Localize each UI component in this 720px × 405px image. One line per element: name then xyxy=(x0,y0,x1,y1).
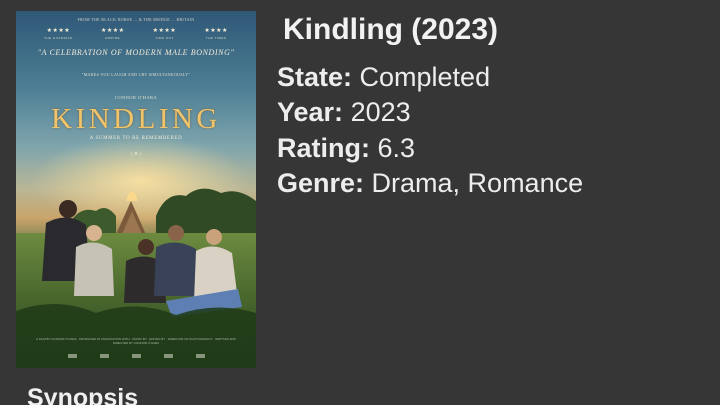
year-label: Year: xyxy=(277,97,344,127)
poster-logos xyxy=(56,354,216,358)
poster-laurel: ( ★ ) xyxy=(130,152,142,157)
poster-artwork xyxy=(16,136,256,368)
rating-label: Rating: xyxy=(277,133,370,163)
poster-star-rating: ★★★★ THE GUARDIAN xyxy=(44,28,73,40)
rating-value: 6.3 xyxy=(369,133,416,163)
poster-quote-main: "A CELEBRATION OF MODERN MALE BONDING" xyxy=(37,48,235,57)
genre-row: Genre: Drama, Romance xyxy=(277,168,583,199)
poster-director-credit: CONNOR O'HARA xyxy=(114,95,158,100)
movie-poster[interactable]: FROM THE BLACK HORSE ... & THE BRIDGE ..… xyxy=(16,11,256,368)
year-row: Year: 2023 xyxy=(277,97,411,128)
poster-billing-block: A FILM BY CONNOR O'HARA · PRODUCED IN AS… xyxy=(36,337,236,345)
poster-title: KINDLING xyxy=(51,103,221,135)
movie-detail-screen: FROM THE BLACK HORSE ... & THE BRIDGE ..… xyxy=(0,0,720,405)
year-value: 2023 xyxy=(343,97,411,127)
genre-label: Genre: xyxy=(277,168,365,198)
synopsis-heading: Synopsis xyxy=(27,384,139,405)
poster-logo xyxy=(131,354,141,358)
state-label: State: xyxy=(277,62,353,92)
poster-star-rating: ★★★★ TIME OUT xyxy=(152,28,177,40)
poster-logo xyxy=(67,354,77,358)
poster-star-rating: ★★★★ EMPIRE xyxy=(100,28,125,40)
poster-star-rating: ★★★★ THE TIMES xyxy=(204,28,228,40)
state-value: Completed xyxy=(352,62,491,92)
genre-value: Drama, Romance xyxy=(364,168,584,198)
poster-logo xyxy=(195,354,205,358)
poster-tagline: A SUMMER TO BE REMEMBERED xyxy=(89,136,183,141)
state-row: State: Completed xyxy=(277,62,490,93)
rating-row: Rating: 6.3 xyxy=(277,133,415,164)
poster-star-ratings: ★★★★ THE GUARDIAN ★★★★ EMPIRE ★★★★ TIME OUT… xyxy=(16,28,256,42)
poster-quote-secondary: "MAKES YOU LAUGH AND CRY SIMULTANEOUSLY" xyxy=(81,72,191,77)
poster-top-credit: FROM THE BLACK HORSE ... & THE BRIDGE ..… xyxy=(77,17,195,22)
movie-title: Kindling (2023) xyxy=(283,13,499,46)
poster-logo xyxy=(99,354,109,358)
poster-logo xyxy=(163,354,173,358)
